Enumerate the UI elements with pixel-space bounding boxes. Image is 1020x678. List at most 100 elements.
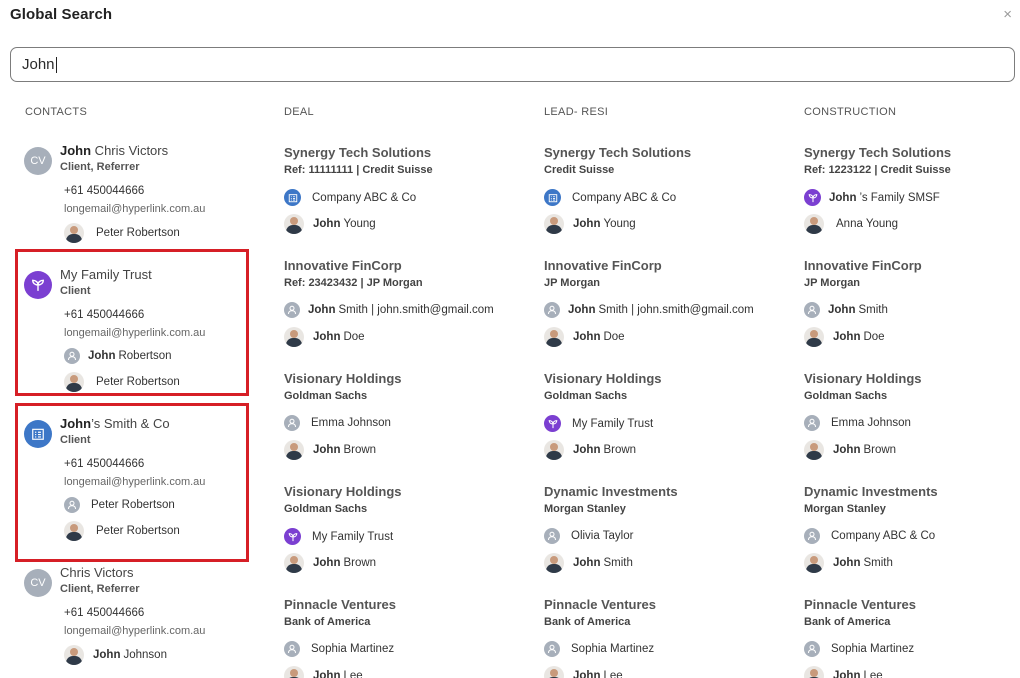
result-reference: Ref: 23423432 | JP Morgan	[284, 277, 423, 289]
result-reference: Goldman Sachs	[284, 503, 368, 515]
linked-person[interactable]: Peter Robertson	[64, 497, 175, 513]
linked-person[interactable]: John Young	[544, 214, 636, 234]
contact-roles: Client, Referrer	[60, 583, 140, 595]
linked-entity[interactable]: Company ABC & Co	[804, 528, 935, 544]
result-title: Innovative FinCorp	[804, 258, 922, 273]
result-reference: Bank of America	[284, 616, 371, 628]
contact-phone: +61 450044666	[64, 309, 145, 321]
linked-entity[interactable]: My Family Trust	[544, 415, 653, 432]
initials-avatar: CV	[24, 569, 52, 597]
contact-roles: Client, Referrer	[60, 161, 140, 173]
person-photo-avatar	[284, 440, 304, 460]
linked-person[interactable]: John Brown	[284, 440, 376, 460]
linked-entity[interactable]: Emma Johnson	[284, 415, 391, 431]
person-icon	[804, 415, 820, 431]
result-title: Pinnacle Ventures	[284, 597, 396, 612]
person-photo-avatar	[804, 327, 824, 347]
result-reference: Credit Suisse	[544, 164, 615, 176]
column-header-construction: CONSTRUCTION	[804, 106, 897, 118]
result-title: Visionary Holdings	[804, 371, 922, 386]
linked-entity[interactable]: Sophia Martinez	[284, 641, 394, 657]
person-photo-avatar	[804, 214, 824, 234]
linked-entity[interactable]: Sophia Martinez	[804, 641, 914, 657]
linked-entity[interactable]: Emma Johnson	[804, 415, 911, 431]
result-title: Pinnacle Ventures	[804, 597, 916, 612]
linked-entity[interactable]: Company ABC & Co	[544, 189, 676, 206]
linked-entity[interactable]: Olivia Taylor	[544, 528, 633, 544]
linked-person[interactable]: John Brown	[544, 440, 636, 460]
linked-entity[interactable]: Sophia Martinez	[544, 641, 654, 657]
linked-entity[interactable]: John Smith | john.smith@gmail.com	[544, 302, 754, 318]
person-icon	[64, 348, 80, 364]
person-icon	[284, 641, 300, 657]
person-icon	[544, 641, 560, 657]
sprout-icon	[284, 528, 301, 545]
person-icon	[804, 528, 820, 544]
column-header-contacts: CONTACTS	[25, 106, 88, 118]
close-icon[interactable]: ×	[1003, 6, 1012, 23]
linked-person[interactable]: John Brown	[284, 553, 376, 573]
result-title: Synergy Tech Solutions	[544, 145, 692, 160]
linked-person[interactable]: John Lee	[804, 666, 883, 678]
linked-person[interactable]: Anna Young	[804, 214, 898, 234]
sprout-icon	[24, 271, 52, 299]
contact-phone: +61 450044666	[64, 607, 145, 619]
building-icon	[284, 189, 301, 206]
building-icon	[24, 420, 52, 448]
linked-person[interactable]: Peter Robertson	[64, 223, 180, 243]
contact-email[interactable]: longemail@hyperlink.com.au	[64, 625, 205, 637]
contact-roles: Client	[60, 285, 91, 297]
linked-person[interactable]: John Lee	[284, 666, 363, 678]
result-title: Pinnacle Ventures	[544, 597, 656, 612]
linked-person[interactable]: John Johnson	[64, 645, 167, 665]
contact-phone: +61 450044666	[64, 458, 145, 470]
contact-email[interactable]: longemail@hyperlink.com.au	[64, 476, 205, 488]
person-photo-avatar	[804, 553, 824, 573]
contact-name: John Chris Victors	[60, 143, 169, 158]
linked-person[interactable]: Peter Robertson	[64, 372, 180, 392]
result-reference: Goldman Sachs	[544, 390, 628, 402]
search-value: John	[22, 56, 55, 73]
person-icon	[64, 497, 80, 513]
linked-person[interactable]: John Smith	[544, 553, 633, 573]
linked-entity[interactable]: Company ABC & Co	[284, 189, 416, 206]
linked-entity[interactable]: John Smith | john.smith@gmail.com	[284, 302, 494, 318]
person-icon	[804, 641, 820, 657]
contact-name: My Family Trust	[60, 267, 152, 282]
linked-entity[interactable]: John’s Family SMSF	[804, 189, 940, 206]
person-photo-avatar	[284, 553, 304, 573]
result-title: Innovative FinCorp	[544, 258, 662, 273]
dialog-title: Global Search	[10, 6, 113, 23]
linked-entity[interactable]: John Smith	[804, 302, 888, 318]
linked-person[interactable]: John Young	[284, 214, 376, 234]
result-reference: Ref: 1223122 | Credit Suisse	[804, 164, 951, 176]
result-reference: Morgan Stanley	[804, 503, 886, 515]
linked-person[interactable]: John Doe	[284, 327, 365, 347]
result-title: Synergy Tech Solutions	[284, 145, 432, 160]
result-title: Synergy Tech Solutions	[804, 145, 952, 160]
result-title: Visionary Holdings	[284, 371, 402, 386]
linked-person[interactable]: Peter Robertson	[64, 521, 180, 541]
linked-person[interactable]: John Doe	[804, 327, 885, 347]
result-title: Dynamic Investments	[804, 484, 938, 499]
linked-person[interactable]: John Lee	[544, 666, 623, 678]
contact-email[interactable]: longemail@hyperlink.com.au	[64, 203, 205, 215]
result-reference: Bank of America	[804, 616, 891, 628]
linked-person[interactable]: John Brown	[804, 440, 896, 460]
search-input[interactable]: John	[10, 47, 1015, 82]
person-photo-avatar	[64, 223, 84, 243]
contact-email[interactable]: longemail@hyperlink.com.au	[64, 327, 205, 339]
result-reference: Goldman Sachs	[284, 390, 368, 402]
result-title: Innovative FinCorp	[284, 258, 402, 273]
linked-person[interactable]: John Robertson	[64, 348, 172, 364]
column-header-deal: DEAL	[284, 106, 314, 118]
linked-entity[interactable]: My Family Trust	[284, 528, 393, 545]
initials-avatar: CV	[24, 147, 52, 175]
result-reference: JP Morgan	[804, 277, 861, 289]
person-photo-avatar	[64, 521, 84, 541]
contact-name: John’s Smith & Co	[60, 416, 170, 431]
linked-person[interactable]: John Smith	[804, 553, 893, 573]
linked-person[interactable]: John Doe	[544, 327, 625, 347]
contact-name: Chris Victors	[60, 565, 134, 580]
result-title: Visionary Holdings	[544, 371, 662, 386]
